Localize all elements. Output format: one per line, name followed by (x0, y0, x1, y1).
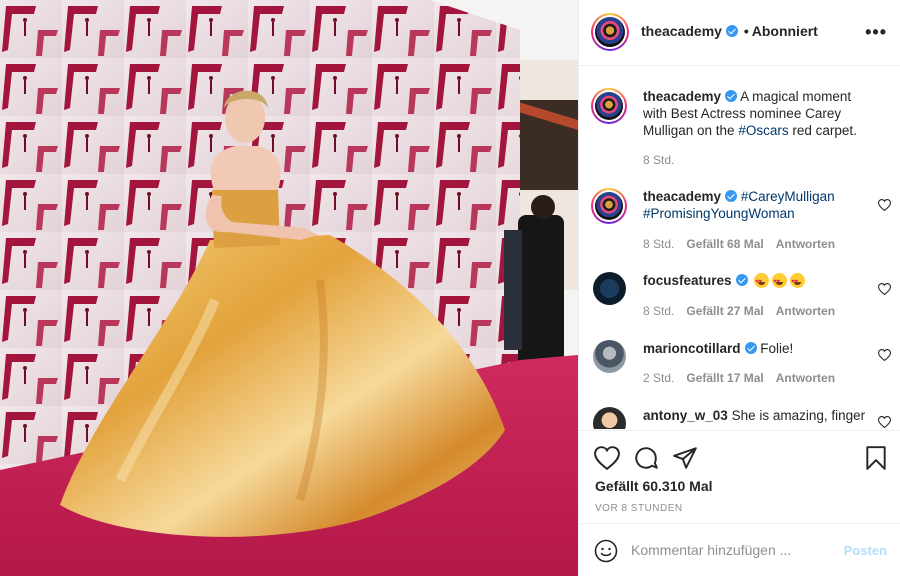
comment-avatar[interactable] (593, 272, 626, 305)
comment-avatar[interactable] (593, 340, 626, 373)
comment-username[interactable]: antony_w_03 (643, 408, 728, 423)
caption-meta: 8 Std. (643, 153, 686, 167)
caption-username[interactable]: theacademy (643, 89, 721, 104)
comment-text: focusfeatures (643, 272, 875, 291)
reply-button[interactable]: Antworten (776, 304, 835, 318)
comment-hashtag[interactable]: #CareyMulligan (741, 189, 835, 204)
reply-button[interactable]: Antworten (776, 237, 835, 251)
post-photo[interactable] (0, 0, 578, 576)
follow-status-button[interactable]: Abonniert (752, 23, 818, 39)
comment-likes[interactable]: Gefällt 17 Mal (686, 371, 763, 385)
verified-badge-icon (735, 274, 748, 286)
share-paper-plane-icon[interactable] (672, 445, 698, 471)
add-comment-input[interactable] (631, 540, 831, 560)
post-side-panel: theacademy • Abonniert ••• theacademy A m… (578, 0, 900, 576)
heart-eyes-emoji-icon (754, 273, 770, 291)
save-bookmark-icon[interactable] (863, 445, 889, 471)
author-line: theacademy • Abonniert (641, 23, 818, 39)
reply-button[interactable]: Antworten (776, 371, 835, 385)
caption-time[interactable]: 8 Std. (643, 153, 674, 167)
like-comment-heart-icon[interactable] (878, 416, 891, 428)
comment-username[interactable]: theacademy (643, 189, 721, 204)
caption-body-end: red carpet. (788, 123, 857, 138)
like-comment-heart-icon[interactable] (878, 349, 891, 361)
like-comment-heart-icon[interactable] (878, 199, 891, 211)
separator: • (743, 23, 749, 39)
caption-avatar[interactable] (591, 88, 627, 124)
comment-username[interactable]: focusfeatures (643, 273, 732, 288)
post-header: theacademy • Abonniert ••• (579, 0, 900, 66)
comment-bubble-icon[interactable] (633, 445, 659, 471)
comment-likes[interactable]: Gefällt 27 Mal (686, 304, 763, 318)
verified-badge-icon (725, 25, 738, 37)
like-comment-heart-icon[interactable] (878, 283, 891, 295)
post-comment-button[interactable]: Posten (844, 543, 887, 558)
comment-avatar[interactable] (593, 407, 626, 429)
comment-compose: Posten (579, 523, 900, 576)
comment-body: Folie! (760, 341, 794, 356)
comment-text: marioncotillard Folie! (643, 340, 875, 357)
author-username[interactable]: theacademy (641, 23, 722, 39)
comment-username[interactable]: marioncotillard (643, 341, 741, 356)
comment-text: theacademy #CareyMulligan #PromisingYoun… (643, 188, 875, 222)
verified-badge-icon (744, 342, 757, 354)
comment-text: antony_w_03 She is amazing, finger (643, 407, 875, 424)
author-avatar[interactable] (591, 13, 629, 51)
comment-avatar[interactable] (591, 188, 627, 224)
more-options-icon[interactable]: ••• (865, 22, 887, 43)
red-carpet-photo (0, 0, 578, 576)
comment-meta: 8 Std. Gefällt 68 Mal Antworten (643, 237, 847, 251)
comment-time[interactable]: 2 Std. (643, 371, 674, 385)
emoji-picker-icon[interactable] (594, 539, 618, 563)
comment-time[interactable]: 8 Std. (643, 304, 674, 318)
heart-eyes-emoji-icon (772, 273, 788, 291)
caption-hashtag[interactable]: #Oscars (738, 123, 788, 138)
post-likes-count[interactable]: Gefällt 60.310 Mal (595, 478, 713, 494)
comment-hashtag[interactable]: #PromisingYoungWoman (643, 206, 795, 221)
comment-time[interactable]: 8 Std. (643, 237, 674, 251)
verified-badge-icon (725, 190, 738, 202)
post-actions: Gefällt 60.310 Mal VOR 8 STUNDEN (579, 430, 900, 522)
post-timestamp[interactable]: VOR 8 STUNDEN (595, 503, 683, 514)
comment-meta: 2 Std. Gefällt 17 Mal Antworten (643, 371, 847, 385)
like-heart-icon[interactable] (594, 445, 620, 471)
heart-eyes-emoji-icon (790, 273, 806, 291)
comment-body: She is amazing, finger (731, 408, 866, 423)
comment-likes[interactable]: Gefällt 68 Mal (686, 237, 763, 251)
caption-text: theacademy A magical moment with Best Ac… (643, 88, 875, 139)
verified-badge-icon (725, 90, 738, 102)
comments-list[interactable]: theacademy A magical moment with Best Ac… (579, 67, 900, 429)
comment-meta: 8 Std. Gefällt 27 Mal Antworten (643, 304, 847, 318)
